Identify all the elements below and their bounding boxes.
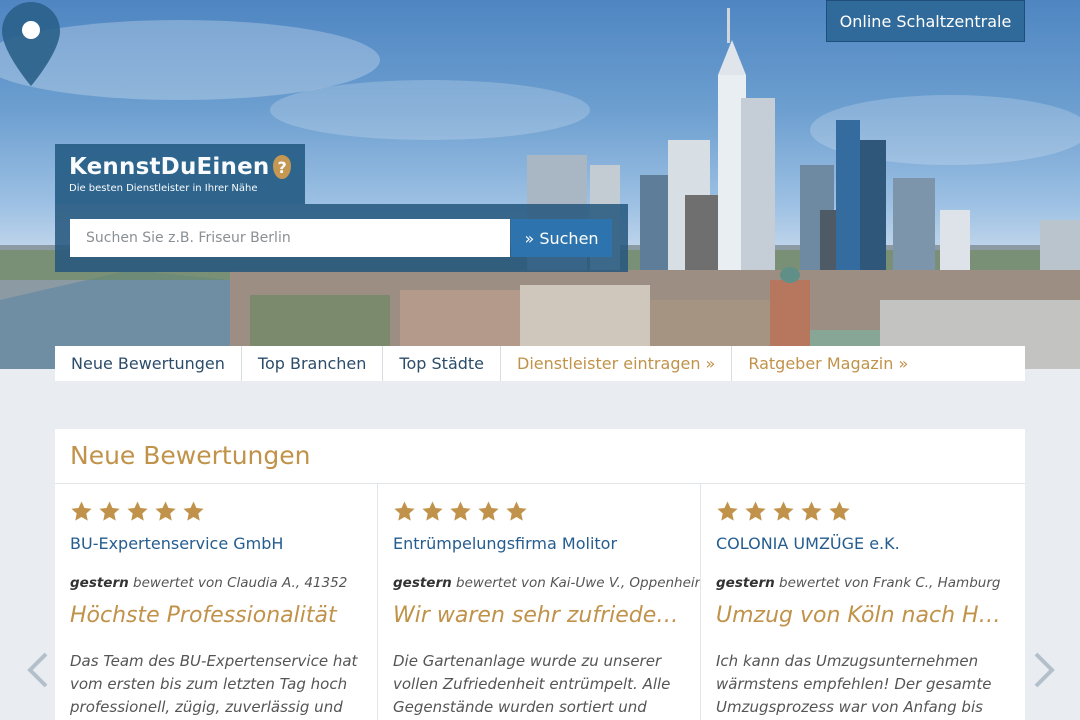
logo[interactable]: KennstDuEinen ? Die besten Dienstleister… [55,144,305,204]
nav-neue-bewertungen[interactable]: Neue Bewertungen [55,346,242,381]
star-icon [773,500,794,521]
review-headline[interactable]: Wir waren sehr zufrieden ... [393,603,685,628]
star-icon [450,500,471,521]
question-pin-icon: ? [273,155,291,179]
company-link[interactable]: BU-Expertenservice GmbH [70,534,362,553]
rating-stars [70,498,362,524]
star-icon [506,500,527,521]
logo-title-text: KennstDuEinen [69,154,270,180]
star-icon [745,500,766,521]
search-button[interactable]: » Suchen [511,219,612,257]
search-panel: » Suchen [55,204,628,272]
review-meta: gestern bewertet von Kai-Uwe V., Oppenhe… [393,575,700,591]
rating-stars [393,498,685,524]
review-author: bewertet von Kai-Uwe V., Oppenheim [456,575,701,591]
review-headline[interactable]: Höchste Professionalität [70,603,362,628]
review-author: bewertet von Claudia A., 41352 [133,575,348,591]
review-meta: gestern bewertet von Claudia A., 41352 [70,575,362,591]
review-date: gestern [70,575,129,591]
review-card: Entrümpelungsfirma Molitor gestern bewer… [378,484,701,720]
company-link[interactable]: COLONIA UMZÜGE e.K. [716,534,1009,553]
review-card: BU-Expertenservice GmbH gestern bewertet… [55,484,378,720]
review-date: gestern [393,575,452,591]
star-icon [478,500,499,521]
nav-top-branchen[interactable]: Top Branchen [242,346,384,381]
company-link[interactable]: Entrümpelungsfirma Molitor [393,534,685,553]
star-icon [183,500,204,521]
review-card: COLONIA UMZÜGE e.K. gestern bewertet von… [701,484,1024,720]
star-icon [717,500,738,521]
review-carousel: BU-Expertenservice GmbH gestern bewertet… [55,484,1025,720]
rating-stars [716,498,1009,524]
hero-banner: Online Schaltzentrale KennstDuEinen ? Di… [0,0,1080,369]
star-icon [127,500,148,521]
online-schaltzentrale-button[interactable]: Online Schaltzentrale [826,0,1025,42]
review-text: Ich kann das Umzugsunternehmen wärmstens… [716,652,992,716]
search-input[interactable] [70,219,510,257]
logo-title: KennstDuEinen ? [69,154,291,180]
star-icon [829,500,850,521]
main-nav: Neue Bewertungen Top Branchen Top Städte… [55,346,1025,381]
reviews-title: Neue Bewertungen [55,429,1025,484]
logo-subtitle: Die besten Dienstleister in Ihrer Nähe [69,183,258,194]
star-icon [71,500,92,521]
review-headline[interactable]: Umzug von Köln nach Ha... [716,603,1009,628]
review-text: Das Team des BU-Expertenservice hat vom … [70,652,358,716]
review-text: Die Gartenanlage wurde zu unserer vollen… [393,652,671,716]
nav-ratgeber-magazin[interactable]: Ratgeber Magazin » [732,346,924,381]
nav-dienstleister-eintragen[interactable]: Dienstleister eintragen » [501,346,733,381]
review-author: bewertet von Frank C., Hamburg [779,575,1001,591]
star-icon [422,500,443,521]
star-icon [394,500,415,521]
star-icon [801,500,822,521]
map-pin-icon [2,2,60,86]
reviews-section: Neue Bewertungen BU-Expertenservice GmbH… [55,429,1025,720]
nav-top-staedte[interactable]: Top Städte [383,346,502,381]
chevron-right-icon[interactable] [1028,650,1058,690]
chevron-left-icon[interactable] [24,650,54,690]
review-date: gestern [716,575,775,591]
star-icon [99,500,120,521]
star-icon [155,500,176,521]
review-meta: gestern bewertet von Frank C., Hamburg [716,575,1009,591]
